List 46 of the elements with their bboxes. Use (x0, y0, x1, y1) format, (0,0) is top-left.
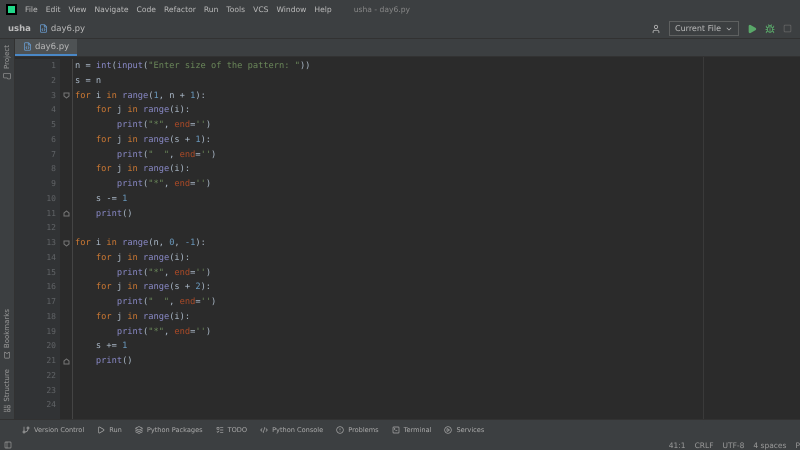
play-circle-icon (444, 426, 452, 434)
code-line: print(" ", end='') (116, 148, 218, 162)
terminal-icon (392, 426, 400, 434)
stop-icon[interactable] (783, 24, 792, 33)
panel-icon[interactable] (4, 441, 12, 449)
python-file-icon (38, 24, 48, 33)
code-line: print(" ", end='') (116, 296, 218, 309)
code-line: for j in range(s + 1): (94, 134, 212, 147)
alert-icon (336, 426, 344, 434)
debug-icon[interactable] (765, 24, 775, 34)
code-line: print("*", end='') (116, 326, 212, 338)
run-icon[interactable] (747, 24, 757, 34)
branch-icon (22, 426, 30, 434)
code-line: print("*", end='') (116, 266, 212, 280)
structure-icon (3, 405, 11, 413)
fold-marker-icon[interactable] (62, 210, 70, 218)
project-breadcrumb[interactable]: usha (8, 24, 31, 34)
code-line: print() (94, 208, 134, 220)
user-icon[interactable] (651, 24, 662, 34)
code-line: for i in range(1, n + 1): (75, 90, 207, 102)
code-line: n = int(input("Enter size of the pattern: ")) (75, 60, 312, 73)
layers-icon (134, 426, 143, 434)
code-line: for j in range(i): (94, 310, 192, 324)
list-icon (216, 426, 224, 434)
code-icon (260, 426, 268, 434)
code-line: for j in range(i): (94, 252, 192, 265)
code-line: print("*", end='') (116, 119, 212, 132)
code-line: s = n (75, 74, 102, 88)
code-line: print("*", end='') (116, 178, 212, 191)
code-line: for j in range(i): (94, 163, 192, 176)
file-tab[interactable]: day6.py (15, 39, 78, 56)
run-config-dropdown[interactable]: Current File (669, 21, 739, 36)
code-line: for i in range(n, 0, -1): (75, 237, 207, 250)
python-file-icon (23, 42, 32, 51)
play-icon (97, 426, 106, 434)
fold-marker-icon[interactable] (62, 92, 70, 100)
code-line: s -= 1 (94, 192, 128, 206)
fold-marker-icon[interactable] (62, 240, 70, 247)
bookmark-icon (3, 351, 11, 360)
fold-marker-icon[interactable] (62, 358, 70, 365)
code-line: s += 1 (94, 340, 128, 354)
file-breadcrumb[interactable]: day6.py (38, 24, 86, 34)
code-line: for j in range(s + 2): (94, 281, 212, 294)
app-logo-icon (6, 4, 17, 15)
code-line: print() (94, 355, 134, 368)
code-line: for j in range(i): (94, 104, 192, 118)
